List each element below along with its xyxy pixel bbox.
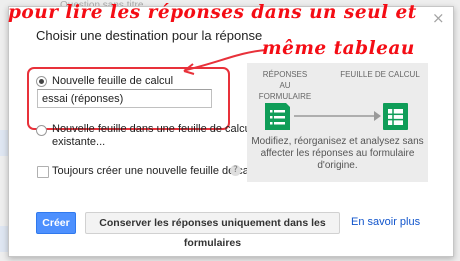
help-icon[interactable]: ? [230,165,241,176]
form-responses-caption-line1: RÉPONSES AU [262,70,308,90]
existing-sheet-label-line1: Nouvelle feuille dans une feuille de cal… [52,123,254,135]
new-sheet-radio[interactable] [36,76,47,87]
background-selection-strip [0,226,8,252]
spreadsheet-caption: FEUILLE DE CALCUL [340,70,420,79]
existing-sheet-label-line2: existante... [52,136,106,148]
dialog-title: Choisir une destination pour la réponse [36,28,263,43]
close-icon[interactable]: × [432,11,445,26]
spreadsheet-icon [383,103,408,130]
annotation-line-2: même tableau [262,38,415,59]
info-panel-description: Modifiez, réorganisez et analysez sans a… [247,136,428,172]
form-responses-caption-line2: FORMULAIRE [258,92,312,101]
arrow-right-icon [294,111,381,121]
create-button[interactable]: Créer [36,212,76,234]
existing-sheet-radio[interactable] [36,125,47,136]
form-icon [265,103,290,130]
learn-more-link[interactable]: En savoir plus [351,216,420,228]
sheet-name-input[interactable] [37,89,212,108]
form-responses-caption: RÉPONSES AU FORMULAIRE [257,69,313,102]
keep-in-forms-button[interactable]: Conserver les réponses uniquement dans l… [85,212,340,249]
forms-to-sheets-illustration [265,103,408,130]
info-desc-line3: d'origine. [317,160,358,171]
always-new-checkbox[interactable] [37,166,49,178]
info-desc-line2: affecter les réponses au formulaire [260,148,415,159]
info-desc-line1: Modifiez, réorganisez et analysez sans [251,136,424,147]
annotation-line-1: pour lire les réponses dans un seul et [8,2,417,23]
info-panel: RÉPONSES AU FORMULAIRE FEUILLE DE CALCUL [247,63,428,182]
existing-sheet-label: Nouvelle feuille dans une feuille de cal… [52,123,253,149]
background-selection-strip [0,130,8,156]
new-sheet-label: Nouvelle feuille de calcul [52,75,174,87]
